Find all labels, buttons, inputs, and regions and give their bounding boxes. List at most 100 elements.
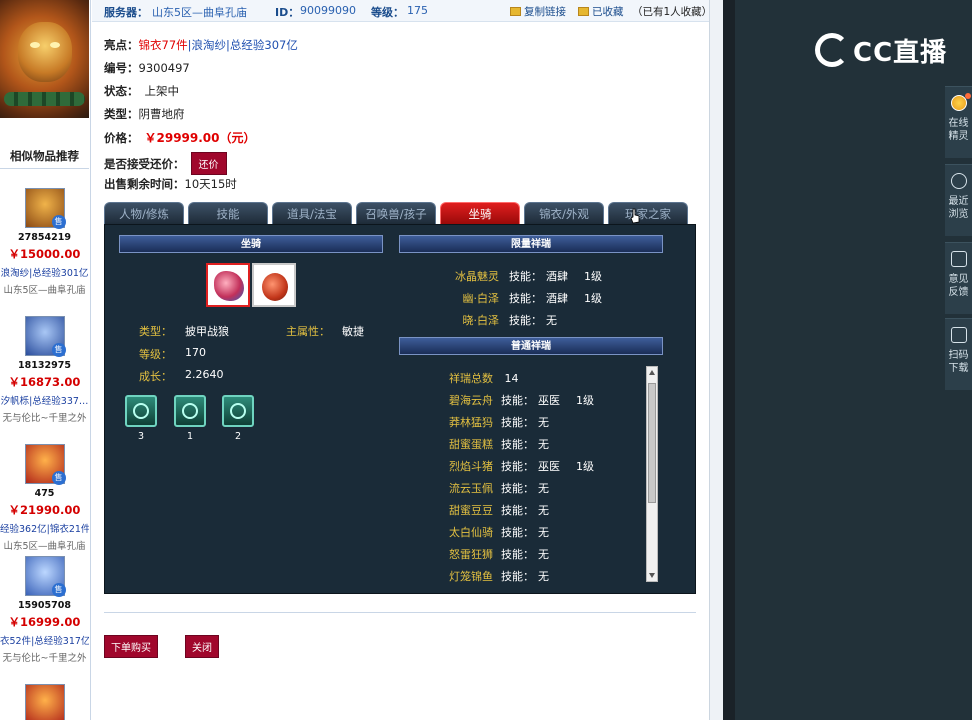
recommend-id: 15905708 [18, 600, 71, 611]
common-xiangrui-row: 莽林猛犸 技能：无 [449, 416, 549, 429]
copy-link-button[interactable]: 复制链接 [510, 4, 566, 19]
side-button-3[interactable]: 意见反馈 [945, 242, 972, 314]
sell-badge-icon: 售 [51, 343, 66, 357]
detail-tabs: 人物/修炼 技能 道具/法宝 召唤兽/孩子 坐骑 锦衣/外观 玩家之家 [104, 202, 696, 224]
level-value: 175 [407, 4, 428, 17]
recommend-avatar[interactable]: 售 [24, 556, 66, 597]
sell-badge-icon: 售 [51, 471, 66, 485]
tab-7[interactable]: 玩家之家 [608, 202, 688, 224]
tab-5[interactable]: 坐骑 [440, 202, 520, 224]
shield-skill-icon[interactable] [222, 395, 254, 427]
price-row: 价格： ￥29999.00（元） [104, 131, 256, 145]
recommend-server: 无与伦比~千里之外 [2, 413, 87, 424]
sell-badge-icon: 售 [51, 583, 66, 597]
common-xiangrui-row: 碧海云舟 技能： 巫医 1级 [449, 394, 594, 407]
mount-slot-1[interactable] [206, 263, 250, 307]
common-xiangrui-title: 普通祥瑞 [399, 337, 663, 355]
mount-main-attr: 敏捷 [342, 325, 364, 338]
mount-growth: 2.2640 [185, 368, 224, 381]
cc-live-panel: CC直播 在线精灵 最近浏览 意见反馈 扫码下载 [735, 0, 972, 720]
limited-xiangrui-title: 限量祥瑞 [399, 235, 663, 253]
recommend-tags[interactable]: 汐帆栎|总经验337… [0, 393, 89, 407]
highlight-2: 浪淘纱 [191, 38, 227, 52]
limited-xiangrui-row: 晓·白泽 技能：无 [462, 314, 558, 327]
type-row: 类型：阴曹地府 [104, 107, 185, 121]
side-button-2[interactable]: 最近浏览 [945, 164, 972, 236]
page-scrollbar[interactable] [709, 0, 723, 720]
recommend-server: 无与伦比~千里之外 [2, 653, 87, 664]
tab-4[interactable]: 召唤兽/孩子 [356, 202, 436, 224]
recommend-tags[interactable]: 衣52件|总经验317亿 [0, 633, 89, 647]
highlights-row: 亮点：锦衣77件|浪淘纱|总经验307亿 [104, 38, 298, 52]
recommend-item[interactable] [0, 684, 89, 720]
favorite-icon [578, 7, 589, 16]
favorite-count: （已有1人收藏） [632, 6, 713, 18]
tab-2[interactable]: 技能 [188, 202, 268, 224]
highlight-3: 总经验307亿 [229, 38, 298, 52]
tab-3[interactable]: 道具/法宝 [272, 202, 352, 224]
mount-level: 170 [185, 346, 206, 359]
scroll-up-icon[interactable] [649, 370, 655, 375]
common-xiangrui-row: 怒雷狂狮 技能：无 [449, 548, 549, 561]
recommend-server: 山东5区—曲阜孔庙 [3, 541, 86, 552]
common-xiangrui-row: 甜蜜豆豆 技能：无 [449, 504, 549, 517]
mount-panel: 坐骑 限量祥瑞 类型： 披甲战狼 主属性： 敏捷 等级： 170 成长： 2.2… [104, 224, 696, 594]
recommend-avatar[interactable]: 售 [24, 444, 66, 485]
cc-logo-icon [815, 33, 849, 67]
scroll-thumb[interactable] [648, 383, 656, 503]
recommend-price: ￥16873.00 [8, 375, 81, 389]
number-row: 编号：9300497 [104, 61, 190, 75]
recommend-item[interactable]: 售 15905708 ￥16999.00 衣52件|总经验317亿 无与伦比~千里之外 [0, 556, 89, 664]
hand-cursor-icon [630, 208, 640, 224]
recommend-item[interactable]: 售 18132975 ￥16873.00 汐帆栎|总经验337… 无与伦比~千里之外 [0, 316, 89, 424]
recommend-tags[interactable]: 经验362亿|锦衣21件 [0, 521, 89, 535]
price-value: ￥29999.00（元） [144, 131, 256, 145]
sell-badge-icon: 售 [51, 215, 66, 229]
buy-button[interactable]: 下单购买 [104, 635, 158, 658]
recommend-avatar[interactable] [24, 684, 65, 720]
favorite-button[interactable]: 已收藏 [578, 4, 624, 19]
common-list-scrollbar[interactable] [646, 366, 658, 582]
remaining-row: 出售剩余时间：10天15时 [104, 177, 237, 191]
scroll-down-icon[interactable] [649, 573, 655, 578]
xiangrui-total: 祥瑞总数 14 [449, 372, 519, 385]
recommend-title: 相似物品推荐 [10, 149, 79, 163]
recommend-sidebar: 相似物品推荐 售 27854219 ￥15000.00 浪淘纱|总经验301亿 山东5区… [0, 0, 91, 720]
id-value: 90099090 [300, 4, 356, 17]
mount-type: 披甲战狼 [185, 325, 229, 338]
recommend-id: 18132975 [18, 360, 71, 371]
id-label: ID： [275, 6, 300, 19]
side-button-4[interactable]: 扫码下载 [945, 318, 972, 390]
fist-skill-icon[interactable] [174, 395, 206, 427]
item-detail-panel: 服务器： 山东5区—曲阜孔庙 ID： 90099090 等级： 175 复制链接… [92, 0, 713, 720]
item-header-bar: 服务器： 山东5区—曲阜孔庙 ID： 90099090 等级： 175 复制链接… [92, 0, 713, 22]
limited-xiangrui-row: 幽·白泽 技能： 酒肆 1级 [462, 292, 603, 305]
tab-1[interactable]: 人物/修炼 [104, 202, 184, 224]
recommend-item[interactable]: 售 27854219 ￥15000.00 浪淘纱|总经验301亿 山东5区—曲阜孔庙 [0, 188, 89, 296]
status-row: 状态： 上架中 [104, 84, 179, 98]
recommend-avatar[interactable]: 售 [24, 316, 66, 357]
qr-icon [950, 327, 967, 343]
bargain-button[interactable]: 还价 [190, 152, 227, 175]
recommend-price: ￥16999.00 [8, 615, 81, 629]
common-xiangrui-row: 太白仙骑 技能：无 [449, 526, 549, 539]
common-xiangrui-row: 灯笼锦鱼 技能：无 [449, 570, 549, 583]
recommend-item[interactable]: 售 475 ￥21990.00 经验362亿|锦衣21件 山东5区—曲阜孔庙 [0, 444, 89, 552]
mount-slot-2[interactable] [252, 263, 296, 307]
claw-skill-icon[interactable] [125, 395, 157, 427]
side-button-1[interactable]: 在线精灵 [945, 86, 972, 158]
clock-icon [950, 173, 967, 189]
common-xiangrui-row: 甜蜜蛋糕 技能：无 [449, 438, 549, 451]
edit-icon [950, 251, 967, 267]
recommend-avatar[interactable]: 售 [24, 188, 66, 229]
bargain-row: 是否接受还价： 还价 [104, 152, 227, 175]
level-label: 等级： [371, 6, 404, 19]
recommend-id: 475 [34, 488, 55, 499]
tab-6[interactable]: 锦衣/外观 [524, 202, 604, 224]
recommend-price: ￥21990.00 [8, 503, 81, 517]
common-xiangrui-row: 烈焰斗猪 技能： 巫医 1级 [449, 460, 594, 473]
recommend-tags[interactable]: 浪淘纱|总经验301亿 [0, 265, 89, 279]
common-xiangrui-list[interactable]: 祥瑞总数 14 碧海云舟 技能： 巫医 1级 莽林猛犸 技能：无甜蜜蛋糕 技能：无烈焰斗猪技… [405, 365, 659, 583]
close-button[interactable]: 关闭 [185, 635, 219, 658]
character-avatar [0, 0, 89, 118]
